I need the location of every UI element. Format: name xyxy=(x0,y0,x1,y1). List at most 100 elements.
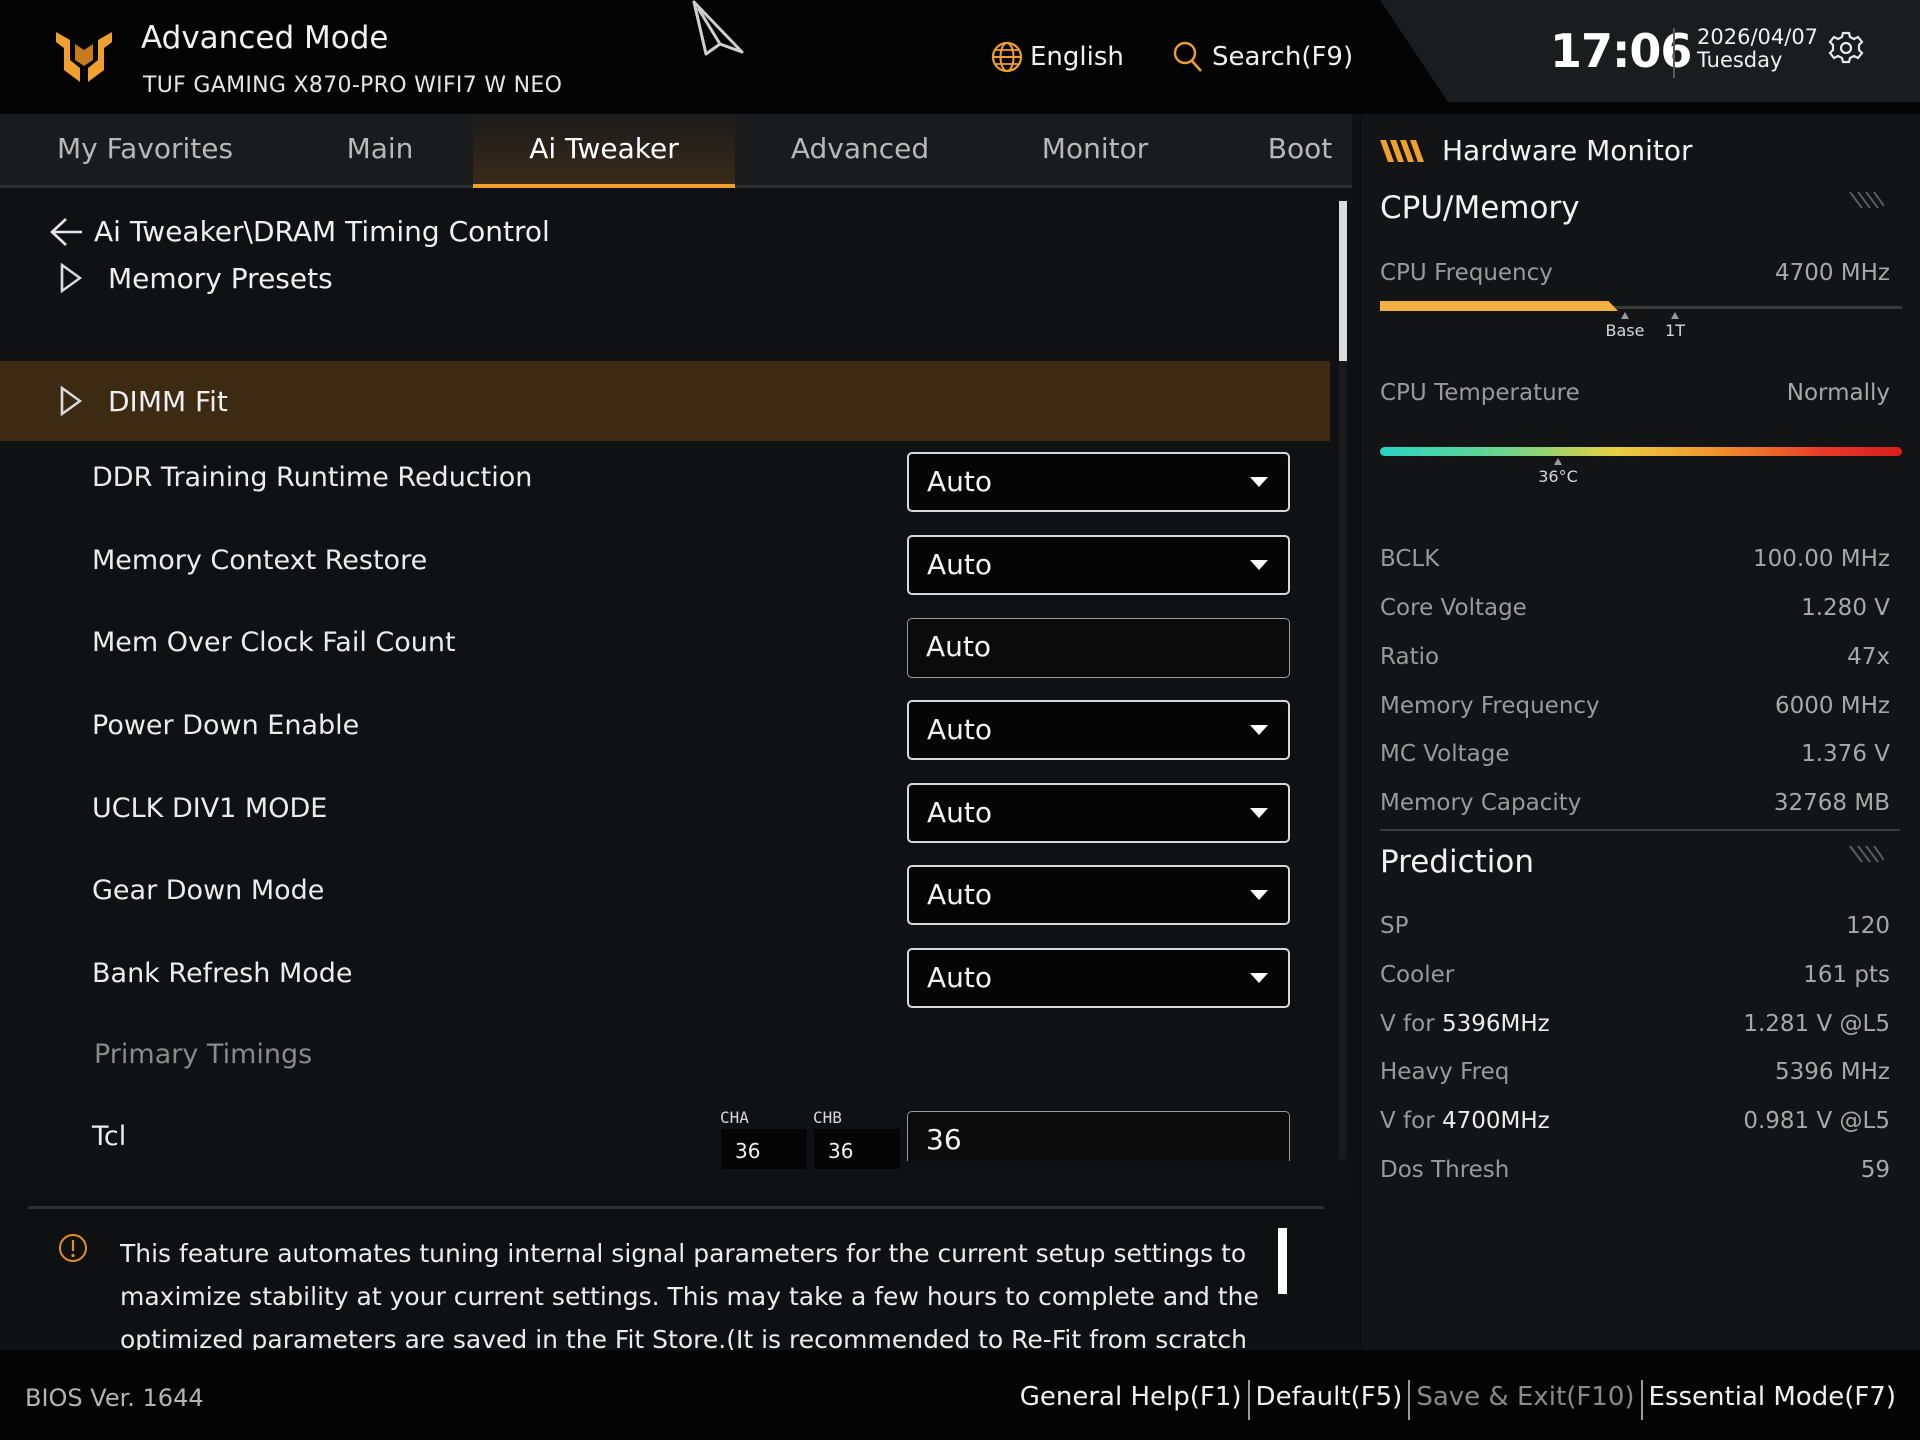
settings-panel: Ai Tweaker\DRAM Timing Control Memory Pr… xyxy=(0,191,1352,1202)
main-tabs: My Favorites Main Ai Tweaker Advanced Mo… xyxy=(0,114,1352,188)
clock-divider xyxy=(1673,28,1675,78)
cpu-frequency-label: CPU Frequency xyxy=(1380,260,1553,286)
memory-presets-label: Memory Presets xyxy=(108,261,333,295)
tick-1t: 1T xyxy=(1645,312,1705,340)
mc-voltage-value: 1.376 V xyxy=(1801,741,1890,767)
cpu-memory-heading: CPU/Memory xyxy=(1380,190,1580,226)
bclk-label: BCLK xyxy=(1380,546,1440,572)
mem-oc-fail-count-field[interactable]: Auto xyxy=(907,618,1290,678)
search-button[interactable]: Search(F9) xyxy=(1172,40,1353,74)
memory-capacity-value: 32768 MB xyxy=(1773,790,1890,816)
dropdown-value: Auto xyxy=(927,465,993,498)
caret-down-icon xyxy=(1250,973,1268,983)
dropdown-value: Auto xyxy=(927,878,993,911)
tab-my-favorites[interactable]: My Favorites xyxy=(40,114,250,188)
sp-label: SP xyxy=(1380,913,1409,939)
cooler-label: Cooler xyxy=(1380,962,1455,988)
v-for-heavy-freq: 5396MHz xyxy=(1441,1011,1550,1037)
setting-label-mem-oc-fail-count: Mem Over Clock Fail Count xyxy=(92,627,456,658)
setting-label-power-down-enable: Power Down Enable xyxy=(92,710,360,741)
bank-refresh-mode-dropdown[interactable]: Auto xyxy=(907,948,1290,1008)
caret-down-icon xyxy=(1250,808,1268,818)
help-description: This feature automates tuning internal s… xyxy=(120,1239,1259,1350)
default-button[interactable]: Default(F5) xyxy=(1250,1382,1409,1412)
uclk-div1-mode-dropdown[interactable]: Auto xyxy=(907,783,1290,843)
cha-value: 36 xyxy=(721,1129,807,1169)
dropdown-value: Auto xyxy=(927,961,993,994)
section-stripes-icon xyxy=(1849,191,1884,209)
caret-down-icon xyxy=(1250,477,1268,487)
prediction-heading: Prediction xyxy=(1380,844,1535,880)
page-title: Advanced Mode xyxy=(141,20,389,56)
cpu-frequency-bar xyxy=(1380,301,1618,311)
heavy-freq-label: Heavy Freq xyxy=(1380,1059,1510,1085)
section-divider xyxy=(1380,829,1900,831)
setting-label-memory-context-restore: Memory Context Restore xyxy=(92,545,428,576)
core-voltage-value: 1.280 V xyxy=(1801,595,1890,621)
section-stripes-icon xyxy=(1849,845,1884,863)
cpu-temperature-bar xyxy=(1380,447,1902,456)
temperature-marker: 36°C xyxy=(1528,458,1588,486)
setting-label-bank-refresh-mode: Bank Refresh Mode xyxy=(92,958,353,989)
ratio-value: 47x xyxy=(1847,644,1890,670)
expand-arrow-icon xyxy=(60,386,83,416)
dropdown-value: Auto xyxy=(927,548,993,581)
dimm-fit-item[interactable]: DIMM Fit xyxy=(0,361,1330,441)
cpu-temperature-label: CPU Temperature xyxy=(1380,380,1580,406)
tab-boot[interactable]: Boot xyxy=(1250,114,1350,188)
caret-down-icon xyxy=(1250,725,1268,735)
power-down-enable-dropdown[interactable]: Auto xyxy=(907,700,1290,760)
memory-frequency-label: Memory Frequency xyxy=(1380,693,1600,719)
language-label: English xyxy=(1030,42,1124,72)
weekday-value: Tuesday xyxy=(1697,48,1783,72)
dos-thresh-label: Dos Thresh xyxy=(1380,1157,1510,1183)
hardware-monitor-label: Hardware Monitor xyxy=(1442,134,1693,167)
core-voltage-label: Core Voltage xyxy=(1380,595,1527,621)
gear-down-mode-dropdown[interactable]: Auto xyxy=(907,865,1290,925)
scrollbar-thumb[interactable] xyxy=(1339,201,1347,361)
essential-mode-button[interactable]: Essential Mode(F7) xyxy=(1643,1382,1902,1412)
clock-date: 2026/04/07 Tuesday xyxy=(1697,26,1818,72)
sp-value: 120 xyxy=(1846,913,1890,939)
memory-capacity-label: Memory Capacity xyxy=(1380,790,1582,816)
hatch-stripes-icon xyxy=(1380,139,1424,162)
heavy-freq-value: 5396 MHz xyxy=(1774,1059,1890,1085)
setting-label-gear-down-mode: Gear Down Mode xyxy=(92,875,325,906)
hardware-monitor-title: Hardware Monitor xyxy=(1380,134,1693,167)
search-label: Search(F9) xyxy=(1212,42,1354,72)
gear-icon[interactable] xyxy=(1828,30,1864,66)
caret-down-icon xyxy=(1250,560,1268,570)
tab-main[interactable]: Main xyxy=(300,114,460,188)
memory-context-restore-dropdown[interactable]: Auto xyxy=(907,535,1290,595)
expand-arrow-icon xyxy=(60,263,83,293)
general-help-button[interactable]: General Help(F1) xyxy=(1014,1382,1248,1412)
tcl-field[interactable]: 36 xyxy=(907,1111,1290,1161)
language-button[interactable]: English xyxy=(990,40,1124,74)
dropdown-value: Auto xyxy=(927,796,993,829)
help-scrollbar[interactable] xyxy=(1278,1228,1287,1294)
memory-frequency-value: 6000 MHz xyxy=(1774,693,1890,719)
memory-presets-item[interactable]: Memory Presets xyxy=(0,238,1330,318)
search-icon xyxy=(1173,41,1202,72)
ratio-label: Ratio xyxy=(1380,644,1440,670)
bclk-value: 100.00 MHz xyxy=(1752,546,1890,572)
tuf-logo-icon xyxy=(56,32,112,82)
tab-ai-tweaker[interactable]: Ai Tweaker xyxy=(473,114,735,188)
caret-down-icon xyxy=(1250,890,1268,900)
v-for-heavy-label: V for 5396MHz xyxy=(1380,1011,1550,1037)
setting-label-uclk-div1-mode: UCLK DIV1 MODE xyxy=(92,793,328,824)
bios-version: BIOS Ver. 1644 xyxy=(25,1384,204,1412)
v-for-base-value: 0.981 V @L5 xyxy=(1743,1108,1890,1134)
ddr-training-dropdown[interactable]: Auto xyxy=(907,452,1290,512)
cha-label: CHA xyxy=(720,1108,749,1127)
footer-actions: General Help(F1) Default(F5) Save & Exit… xyxy=(1014,1374,1902,1420)
date-value: 2026/04/07 xyxy=(1697,25,1819,49)
dos-thresh-value: 59 xyxy=(1860,1157,1890,1183)
help-divider xyxy=(28,1206,1324,1209)
setting-label-ddr-training: DDR Training Runtime Reduction xyxy=(92,462,533,493)
clock-time: 17:06 xyxy=(1550,24,1692,78)
tab-monitor[interactable]: Monitor xyxy=(1020,114,1170,188)
v-for-prefix: V for xyxy=(1380,1108,1435,1134)
tab-advanced[interactable]: Advanced xyxy=(770,114,950,188)
save-exit-button[interactable]: Save & Exit(F10) xyxy=(1410,1382,1640,1412)
